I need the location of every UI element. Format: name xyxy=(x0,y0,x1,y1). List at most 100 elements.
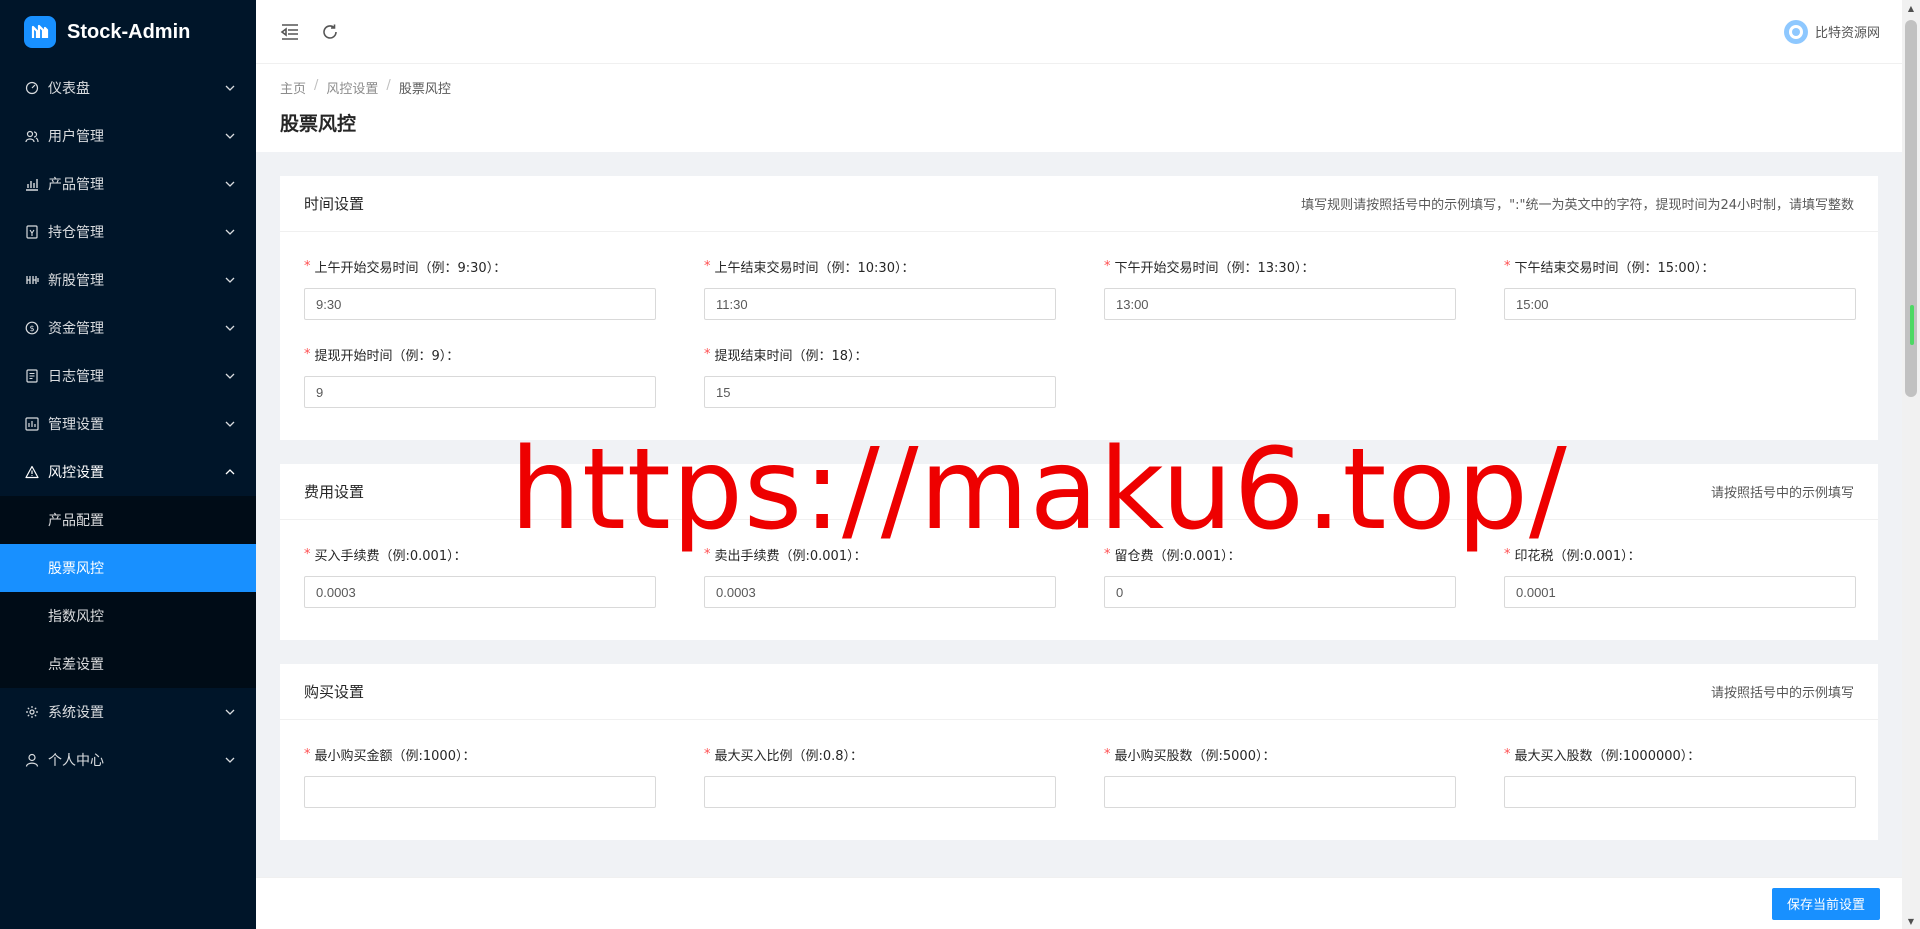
required-mark: * xyxy=(704,258,711,274)
log-icon xyxy=(24,368,40,384)
card-title: 购买设置 xyxy=(304,683,365,701)
stamp-duty-input[interactable] xyxy=(1504,576,1856,608)
required-mark: * xyxy=(704,346,711,362)
page-header: 主页 / 风控设置 / 股票风控 股票风控 xyxy=(256,64,1902,152)
scroll-up-arrow-icon[interactable]: ▲ xyxy=(1902,0,1920,16)
sidebar-item-dashboard[interactable]: 仪表盘 xyxy=(0,64,256,112)
save-settings-button[interactable]: 保存当前设置 xyxy=(1771,887,1880,920)
buy-fee-input[interactable] xyxy=(304,576,656,608)
breadcrumb-current: 股票风控 xyxy=(398,82,451,97)
field-label: * 最小购买金额（例:1000）： xyxy=(304,744,656,764)
pm-start-time-input[interactable] xyxy=(1104,288,1456,320)
money-icon: $ xyxy=(24,320,40,336)
required-mark: * xyxy=(1104,746,1111,762)
breadcrumb-parent[interactable]: 风控设置 xyxy=(326,78,378,97)
chevron-down-icon xyxy=(224,754,236,766)
sidebar-item-products[interactable]: 产品管理 xyxy=(0,160,256,208)
field-label-text: 最大买入比例（例:0.8）： xyxy=(714,748,864,764)
field-label-text: 最小购买金额（例:1000）： xyxy=(314,748,476,764)
field-label-text: 留仓费（例:0.001）： xyxy=(1114,548,1241,564)
max-buy-shares-input[interactable] xyxy=(1504,776,1856,808)
page-title: 股票风控 xyxy=(280,113,357,135)
breadcrumb: 主页 / 风控设置 / 股票风控 xyxy=(280,78,1878,97)
required-mark: * xyxy=(1504,258,1511,274)
refresh-button[interactable] xyxy=(318,20,342,44)
sidebar-item-label: 点差设置 xyxy=(48,657,104,673)
sidebar-item-profile[interactable]: 个人中心 xyxy=(0,736,256,784)
form-field: * 上午开始交易时间（例：9:30）： xyxy=(304,256,656,320)
user-icon xyxy=(24,752,40,768)
required-mark: * xyxy=(1104,546,1111,562)
sidebar-item-index-risk[interactable]: 指数风控 xyxy=(0,592,256,640)
min-buy-shares-input[interactable] xyxy=(1104,776,1456,808)
field-label-text: 下午结束交易时间（例：15:00）： xyxy=(1514,260,1715,276)
chart-icon xyxy=(24,176,40,192)
field-label: * 最小购买股数（例:5000）： xyxy=(1104,744,1456,764)
position-icon xyxy=(24,224,40,240)
sidebar-item-product-config[interactable]: 产品配置 xyxy=(0,496,256,544)
pm-end-time-input[interactable] xyxy=(1504,288,1856,320)
sidebar-item-label: 个人中心 xyxy=(48,753,104,769)
card-body: * 最小购买金额（例:1000）： * 最大买入比例（例:0.8）： * 最小购买股数… xyxy=(280,720,1878,840)
field-label-text: 上午开始交易时间（例：9:30）： xyxy=(314,260,507,276)
main-content: 时间设置 填写规则请按照括号中的示例填写，":"统一为英文中的字符，提现时间为2… xyxy=(256,152,1902,877)
sidebar-item-risk-control[interactable]: 风控设置 xyxy=(0,448,256,496)
time-settings-card: 时间设置 填写规则请按照括号中的示例填写，":"统一为英文中的字符，提现时间为2… xyxy=(280,176,1878,440)
form-field: * 留仓费（例:0.001）： xyxy=(1104,544,1456,608)
sidebar-item-label: 用户管理 xyxy=(48,129,104,145)
logo[interactable]: Stock-Admin xyxy=(0,0,256,64)
field-label-text: 提现开始时间（例：9）： xyxy=(314,348,460,364)
card-title: 费用设置 xyxy=(304,483,365,501)
field-label-text: 卖出手续费（例:0.001）： xyxy=(714,548,867,564)
gear-icon xyxy=(24,704,40,720)
sidebar-item-positions[interactable]: 持仓管理 xyxy=(0,208,256,256)
sidebar-item-ipo[interactable]: 新股管理 xyxy=(0,256,256,304)
sidebar-item-label: 产品配置 xyxy=(48,513,104,529)
risk-control-submenu: 产品配置 股票风控 指数风控 点差设置 xyxy=(0,496,256,688)
required-mark: * xyxy=(1504,746,1511,762)
admin-settings-icon xyxy=(24,416,40,432)
sell-fee-input[interactable] xyxy=(704,576,1056,608)
breadcrumb-separator: / xyxy=(314,78,319,93)
form-field: * 提现结束时间（例：18）： xyxy=(704,344,1056,408)
card-header: 购买设置 请按照括号中的示例填写 xyxy=(280,664,1878,720)
max-buy-ratio-input[interactable] xyxy=(704,776,1056,808)
field-label: * 留仓费（例:0.001）： xyxy=(1104,544,1456,564)
required-mark: * xyxy=(304,258,311,274)
chevron-down-icon xyxy=(224,322,236,334)
sidebar-item-funds[interactable]: $ 资金管理 xyxy=(0,304,256,352)
card-body: *买入手续费（例:0.001）： *卖出手续费（例:0.001）： *留仓费（例… xyxy=(280,520,1878,640)
sidebar-item-users[interactable]: 用户管理 xyxy=(0,112,256,160)
field-label-text: 下午开始交易时间（例：13:30）： xyxy=(1114,260,1315,276)
field-label: * 印花税（例:0.001）： xyxy=(1504,544,1856,564)
breadcrumb-home[interactable]: 主页 xyxy=(280,78,306,97)
sidebar-item-admin-settings[interactable]: 管理设置 xyxy=(0,400,256,448)
sidebar-item-logs[interactable]: 日志管理 xyxy=(0,352,256,400)
withdraw-start-time-input[interactable] xyxy=(304,376,656,408)
field-label-text: 最小购买股数（例:5000）： xyxy=(1114,748,1276,764)
required-mark: * xyxy=(704,546,711,562)
avatar xyxy=(1783,19,1808,44)
sidebar-item-stock-risk[interactable]: 股票风控 xyxy=(0,544,256,592)
am-end-time-input[interactable] xyxy=(704,288,1056,320)
form-field: * 最大买入比例（例:0.8）： xyxy=(704,744,1056,808)
withdraw-end-time-input[interactable] xyxy=(704,376,1056,408)
footer-action-bar: 保存当前设置 xyxy=(256,877,1902,929)
card-title: 时间设置 xyxy=(304,195,365,213)
scroll-indicator xyxy=(1910,305,1914,345)
form-field: * 最小购买股数（例:5000）： xyxy=(1104,744,1456,808)
top-header: 比特资源网 xyxy=(256,0,1902,64)
am-start-time-input[interactable] xyxy=(304,288,656,320)
card-header: 时间设置 填写规则请按照括号中的示例填写，":"统一为英文中的字符，提现时间为2… xyxy=(280,176,1878,232)
user-menu[interactable]: 比特资源网 xyxy=(1783,19,1880,44)
page-scrollbar[interactable]: ▲ ▼ xyxy=(1902,0,1920,929)
menu-fold-button[interactable] xyxy=(278,20,302,44)
min-buy-amount-input[interactable] xyxy=(304,776,656,808)
sidebar-item-label: 管理设置 xyxy=(48,417,104,433)
sidebar-item-system-settings[interactable]: 系统设置 xyxy=(0,688,256,736)
form-field: * 提现开始时间（例：9）： xyxy=(304,344,656,408)
app-name: Stock-Admin xyxy=(67,20,191,43)
scroll-down-arrow-icon[interactable]: ▼ xyxy=(1902,913,1920,929)
overnight-fee-input[interactable] xyxy=(1104,576,1456,608)
sidebar-item-spread-settings[interactable]: 点差设置 xyxy=(0,640,256,688)
